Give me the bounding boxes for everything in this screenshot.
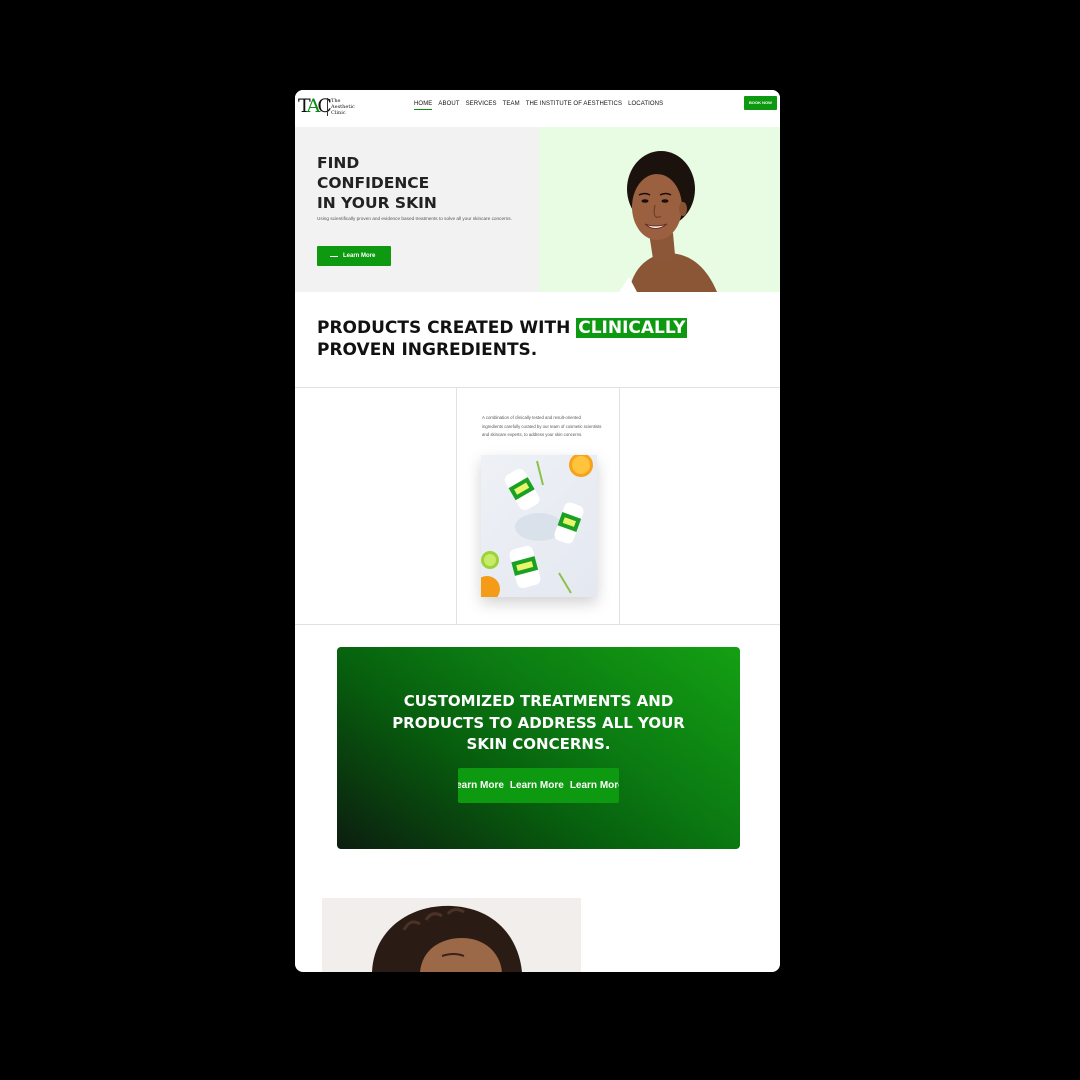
hero-text-panel: FIND CONFIDENCE IN YOUR SKIN Using scien… — [295, 127, 539, 292]
products-heading-highlight: CLINICALLY — [576, 318, 688, 338]
hero-learn-more-button[interactable]: Learn More — [317, 246, 391, 266]
nav-item-locations[interactable]: LOCATIONS — [628, 101, 663, 110]
grid-divider — [619, 388, 620, 624]
products-heading-text: PROVEN INGREDIENTS. — [317, 340, 538, 360]
button-label: Learn More — [343, 253, 376, 259]
products-heading: PRODUCTS CREATED WITH CLINICALLY PROVEN … — [317, 317, 757, 361]
hero-title-line: FIND — [317, 154, 360, 172]
nav-item-about[interactable]: ABOUT — [438, 101, 459, 110]
hero-title-line: CONFIDENCE — [317, 174, 430, 192]
hero-title-line: IN YOUR SKIN — [317, 194, 437, 212]
main-menu: HOME ABOUT SERVICES TEAM THE INSTITUTE O… — [414, 101, 663, 110]
products-grid: A combination of clinically tested and r… — [295, 387, 780, 625]
woman-closeup-photo — [322, 898, 581, 972]
hero-title: FIND CONFIDENCE IN YOUR SKIN — [317, 153, 537, 213]
dash-icon — [330, 256, 338, 257]
hero-subtitle: Using scientifically proven and evidence… — [317, 216, 512, 221]
products-heading-text: PRODUCTS CREATED WITH — [317, 318, 577, 338]
nav-item-services[interactable]: SERVICES — [466, 101, 497, 110]
hero-image-panel — [539, 127, 780, 292]
cta-button-marquee: Learn More Learn More Learn More — [458, 768, 619, 803]
nav-item-team[interactable]: TEAM — [503, 101, 520, 110]
hero-section: FIND CONFIDENCE IN YOUR SKIN Using scien… — [295, 127, 780, 292]
marquee-label: Learn More — [569, 780, 619, 791]
products-photo-art — [481, 455, 593, 597]
clinic-logo[interactable]: TAC The Aesthetic Clinic — [298, 95, 358, 121]
top-navigation: TAC The Aesthetic Clinic HOME ABOUT SERV… — [295, 90, 780, 126]
marquee-label: Learn More — [458, 780, 504, 791]
logo-wordmark: The Aesthetic Clinic — [331, 98, 355, 116]
nav-item-institute[interactable]: THE INSTITUTE OF AESTHETICS — [526, 101, 622, 110]
browser-page: TAC The Aesthetic Clinic HOME ABOUT SERV… — [295, 90, 780, 972]
marquee-label: Learn More — [509, 780, 564, 791]
book-now-button[interactable]: BOOK NOW — [744, 96, 777, 110]
woman-closeup-art — [372, 905, 522, 972]
products-description: A combination of clinically tested and r… — [482, 415, 602, 437]
cta-banner: CUSTOMIZED TREATMENTS AND PRODUCTS TO AD… — [337, 647, 740, 849]
nav-item-home[interactable]: HOME — [414, 101, 433, 110]
logo-monogram: TAC — [298, 95, 332, 117]
cta-learn-more-button[interactable]: Learn More Learn More Learn More — [458, 768, 619, 803]
grid-divider — [456, 388, 457, 624]
products-photo[interactable] — [481, 455, 597, 597]
cta-title: CUSTOMIZED TREATMENTS AND PRODUCTS TO AD… — [392, 692, 685, 753]
hero-woman-photo — [619, 151, 717, 292]
logo-divider — [327, 98, 328, 116]
